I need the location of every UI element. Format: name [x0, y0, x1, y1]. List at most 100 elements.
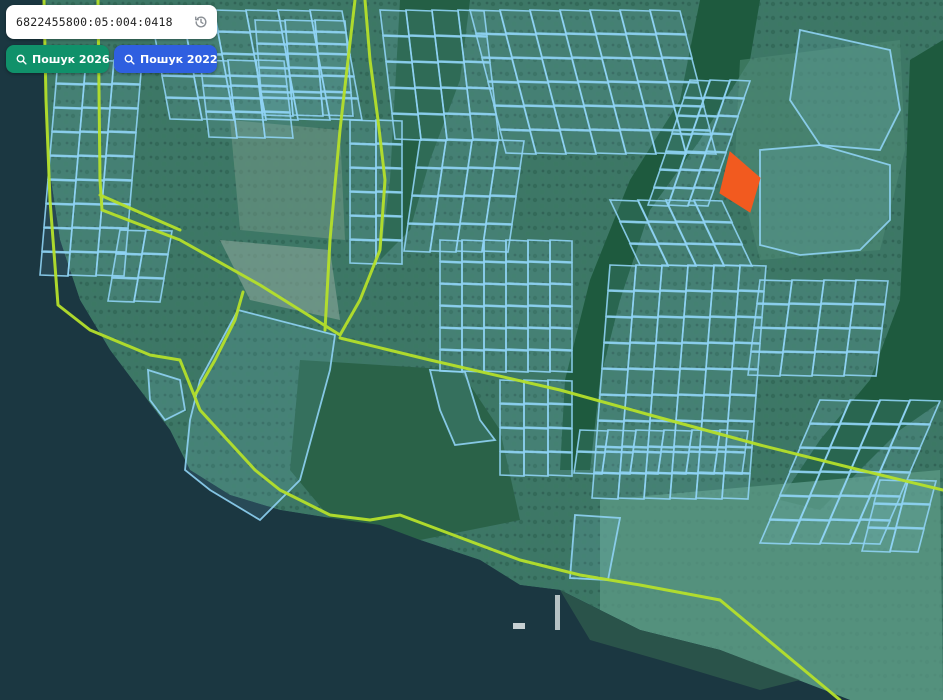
parcel[interactable] [161, 75, 199, 99]
parcel[interactable] [53, 83, 85, 109]
parcel[interactable] [375, 191, 403, 217]
parcel[interactable] [349, 191, 377, 217]
parcel[interactable] [660, 57, 700, 83]
parcel[interactable] [573, 451, 606, 475]
parcel[interactable] [627, 342, 657, 370]
parcel[interactable] [601, 451, 634, 475]
parcel[interactable] [705, 342, 735, 370]
parcel[interactable] [707, 316, 737, 344]
parcel[interactable] [414, 87, 445, 115]
parcel[interactable] [660, 429, 693, 453]
parcel[interactable] [820, 279, 857, 305]
parcel[interactable] [483, 283, 507, 307]
parcel[interactable] [549, 327, 573, 351]
parcel[interactable] [527, 239, 551, 263]
parcel[interactable] [527, 283, 551, 307]
parcel[interactable] [43, 203, 75, 229]
parcel[interactable] [411, 167, 443, 197]
parcel[interactable] [681, 316, 711, 344]
parcel[interactable] [51, 107, 83, 133]
parcel[interactable] [675, 394, 705, 422]
parcel[interactable] [137, 253, 169, 279]
parcel[interactable] [843, 351, 880, 377]
parcel[interactable] [549, 239, 573, 263]
parcel[interactable] [75, 155, 107, 181]
parcel[interactable] [388, 87, 419, 115]
parcel[interactable] [489, 167, 521, 197]
cadastral-number-input[interactable] [16, 15, 193, 29]
parcel[interactable] [852, 279, 889, 305]
parcel[interactable] [417, 113, 448, 141]
parcel[interactable] [753, 303, 790, 329]
parcel[interactable] [67, 251, 99, 277]
parcel[interactable] [505, 349, 529, 373]
parcel[interactable] [103, 155, 135, 181]
parcel[interactable] [547, 403, 573, 429]
parcel[interactable] [604, 429, 637, 453]
parcel[interactable] [407, 195, 439, 225]
parcel[interactable] [721, 472, 751, 500]
parcel[interactable] [405, 9, 436, 37]
parcel[interactable] [651, 368, 681, 396]
parcel[interactable] [483, 327, 507, 351]
parcel[interactable] [747, 351, 784, 377]
parcel[interactable] [434, 35, 465, 63]
parcel[interactable] [349, 143, 377, 169]
parcel[interactable] [433, 195, 465, 225]
parcel[interactable] [499, 451, 525, 477]
parcel[interactable] [599, 368, 629, 396]
parcel[interactable] [349, 215, 377, 241]
parcel[interactable] [846, 327, 883, 353]
parcel[interactable] [69, 227, 101, 253]
parcel[interactable] [669, 472, 699, 500]
parcel[interactable] [469, 113, 500, 141]
parcel[interactable] [695, 472, 725, 500]
parcel[interactable] [788, 279, 825, 305]
parcel[interactable] [483, 305, 507, 329]
parcel[interactable] [549, 283, 573, 307]
parcel[interactable] [439, 327, 463, 351]
parcel[interactable] [461, 261, 485, 285]
search-2026-button[interactable]: Пошук 2026 [6, 45, 110, 73]
parcel[interactable] [523, 427, 549, 453]
parcel[interactable] [603, 316, 633, 344]
parcel[interactable] [631, 290, 661, 318]
parcel[interactable] [439, 305, 463, 329]
parcel[interactable] [408, 35, 439, 63]
parcel[interactable] [547, 427, 573, 453]
parcel[interactable] [459, 195, 491, 225]
parcel[interactable] [463, 167, 495, 197]
parcel[interactable] [107, 107, 139, 133]
parcel[interactable] [382, 35, 413, 63]
parcel[interactable] [849, 303, 886, 329]
parcel[interactable] [439, 283, 463, 307]
parcel[interactable] [756, 279, 793, 305]
parcel[interactable] [202, 85, 235, 113]
parcel[interactable] [591, 472, 621, 500]
parcel[interactable] [655, 316, 685, 344]
parcel[interactable] [633, 264, 663, 292]
satellite-map[interactable] [0, 0, 943, 700]
parcel[interactable] [547, 451, 573, 477]
parcel[interactable] [677, 368, 707, 396]
parcel[interactable] [439, 261, 463, 285]
parcel[interactable] [437, 167, 469, 197]
parcel[interactable] [685, 264, 715, 292]
parcel[interactable] [41, 227, 73, 253]
parcel[interactable] [411, 61, 442, 89]
parcel[interactable] [320, 91, 354, 117]
parcel[interactable] [349, 239, 377, 265]
parcel[interactable] [679, 342, 709, 370]
parcel[interactable] [258, 85, 291, 113]
parcel[interactable] [782, 327, 819, 353]
parcel[interactable] [505, 327, 529, 351]
parcel[interactable] [439, 239, 463, 263]
parcel[interactable] [527, 305, 551, 329]
parcel[interactable] [441, 139, 473, 169]
parcel[interactable] [505, 261, 529, 285]
parcel[interactable] [811, 351, 848, 377]
parcel[interactable] [255, 59, 288, 87]
parcel[interactable] [286, 43, 320, 69]
parcel[interactable] [888, 527, 926, 553]
parcel[interactable] [165, 97, 203, 121]
